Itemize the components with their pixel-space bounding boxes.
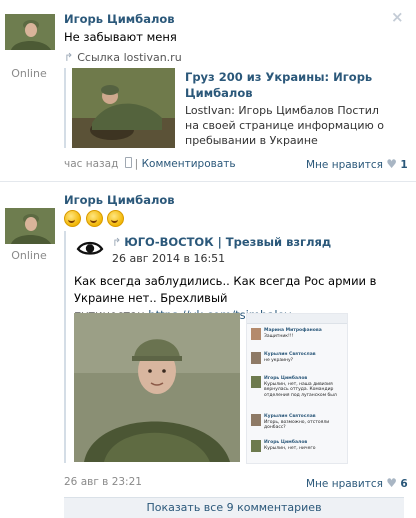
like-button[interactable]: Мне нравится ♥ 1 (306, 157, 408, 171)
repost-date[interactable]: 26 авг 2014 в 16:51 (112, 252, 225, 265)
screenshot-comment-text: Игорь, возможно, отстояли донбасс? (264, 419, 330, 431)
post-divider (0, 181, 416, 182)
snippet-description: LostIvan: Игорь Цимбалов Постил на своей… (185, 104, 384, 147)
screenshot-comment-text: Курылин, нет, наша дивизия вернулась отт… (264, 381, 337, 398)
close-icon[interactable]: × (391, 8, 404, 26)
link-arrow-icon: ↱ (64, 51, 74, 64)
online-status: Online (11, 249, 47, 262)
repost-quote-line (64, 231, 66, 463)
quote-line (64, 68, 66, 148)
screenshot-comment: Игорь Цимбалов Курылин, нет, ничего (251, 440, 344, 452)
post-time[interactable]: 26 авг в 23:21 (64, 476, 142, 488)
laughing-emoji-icon (107, 210, 124, 227)
screenshot-comment: Курылин Святослав Игорь, возможно, отсто… (251, 414, 344, 431)
snippet-title[interactable]: Груз 200 из Украины: Игорь Цимбалов (185, 69, 385, 101)
like-count: 6 (400, 478, 408, 490)
screenshot-comment-text: Курылин, нет, ничего (264, 445, 316, 451)
like-label: Мне нравится (306, 159, 383, 171)
comment-link[interactable]: Комментировать (142, 158, 236, 170)
online-status: Online (11, 67, 47, 80)
post-time[interactable]: час назад (64, 158, 118, 170)
post-author-avatar[interactable] (5, 14, 55, 50)
post-author-name[interactable]: Игорь Цимбалов (64, 193, 175, 207)
like-count: 1 (400, 159, 408, 171)
repost-arrow-icon: ↱ (112, 236, 122, 249)
like-label: Мне нравится (306, 478, 383, 490)
post-meta: час назад | Комментировать (64, 157, 236, 170)
emoji-row (64, 210, 125, 227)
post-author-name[interactable]: Игорь Цимбалов (64, 12, 175, 26)
eye-logo-icon[interactable] (74, 233, 106, 265)
heart-icon: ♥ (386, 157, 398, 171)
screenshot-comment: Марина Митрофанова Защитник!!! (251, 328, 344, 340)
show-all-comments-button[interactable]: Показать все 9 комментариев (64, 497, 404, 518)
screenshot-comment: Игорь Цимбалов Курылин, нет, наша дивизи… (251, 376, 344, 398)
attached-link[interactable]: ↱ Ссылка lostivan.ru (64, 51, 182, 64)
screenshot-comment-text: Защитник!!! (264, 333, 294, 339)
post-author-avatar[interactable] (5, 208, 55, 244)
screenshot-comment-text: не украину? (264, 357, 294, 363)
laughing-emoji-icon (64, 210, 81, 227)
repost-header: ↱ ЮГО-ВОСТОК | Трезвый взгляд (112, 235, 331, 249)
repost-comments-screenshot[interactable]: Марина Митрофанова Защитник!!! Курылин С… (246, 313, 348, 464)
screenshot-comment: Курылин Святослав не украину? (251, 352, 344, 364)
repost-photo[interactable] (74, 313, 240, 462)
link-domain[interactable]: lostivan.ru (124, 51, 182, 64)
like-button[interactable]: Мне нравится ♥ 6 (306, 476, 408, 490)
laughing-emoji-icon (85, 210, 103, 227)
heart-icon: ♥ (386, 476, 398, 490)
post-text: Не забывают меня (64, 30, 177, 44)
snippet-image[interactable] (72, 68, 175, 148)
repost-source[interactable]: ЮГО-ВОСТОК | Трезвый взгляд (124, 235, 331, 249)
link-prefix: Ссылка (77, 51, 121, 64)
mobile-icon (124, 157, 132, 168)
